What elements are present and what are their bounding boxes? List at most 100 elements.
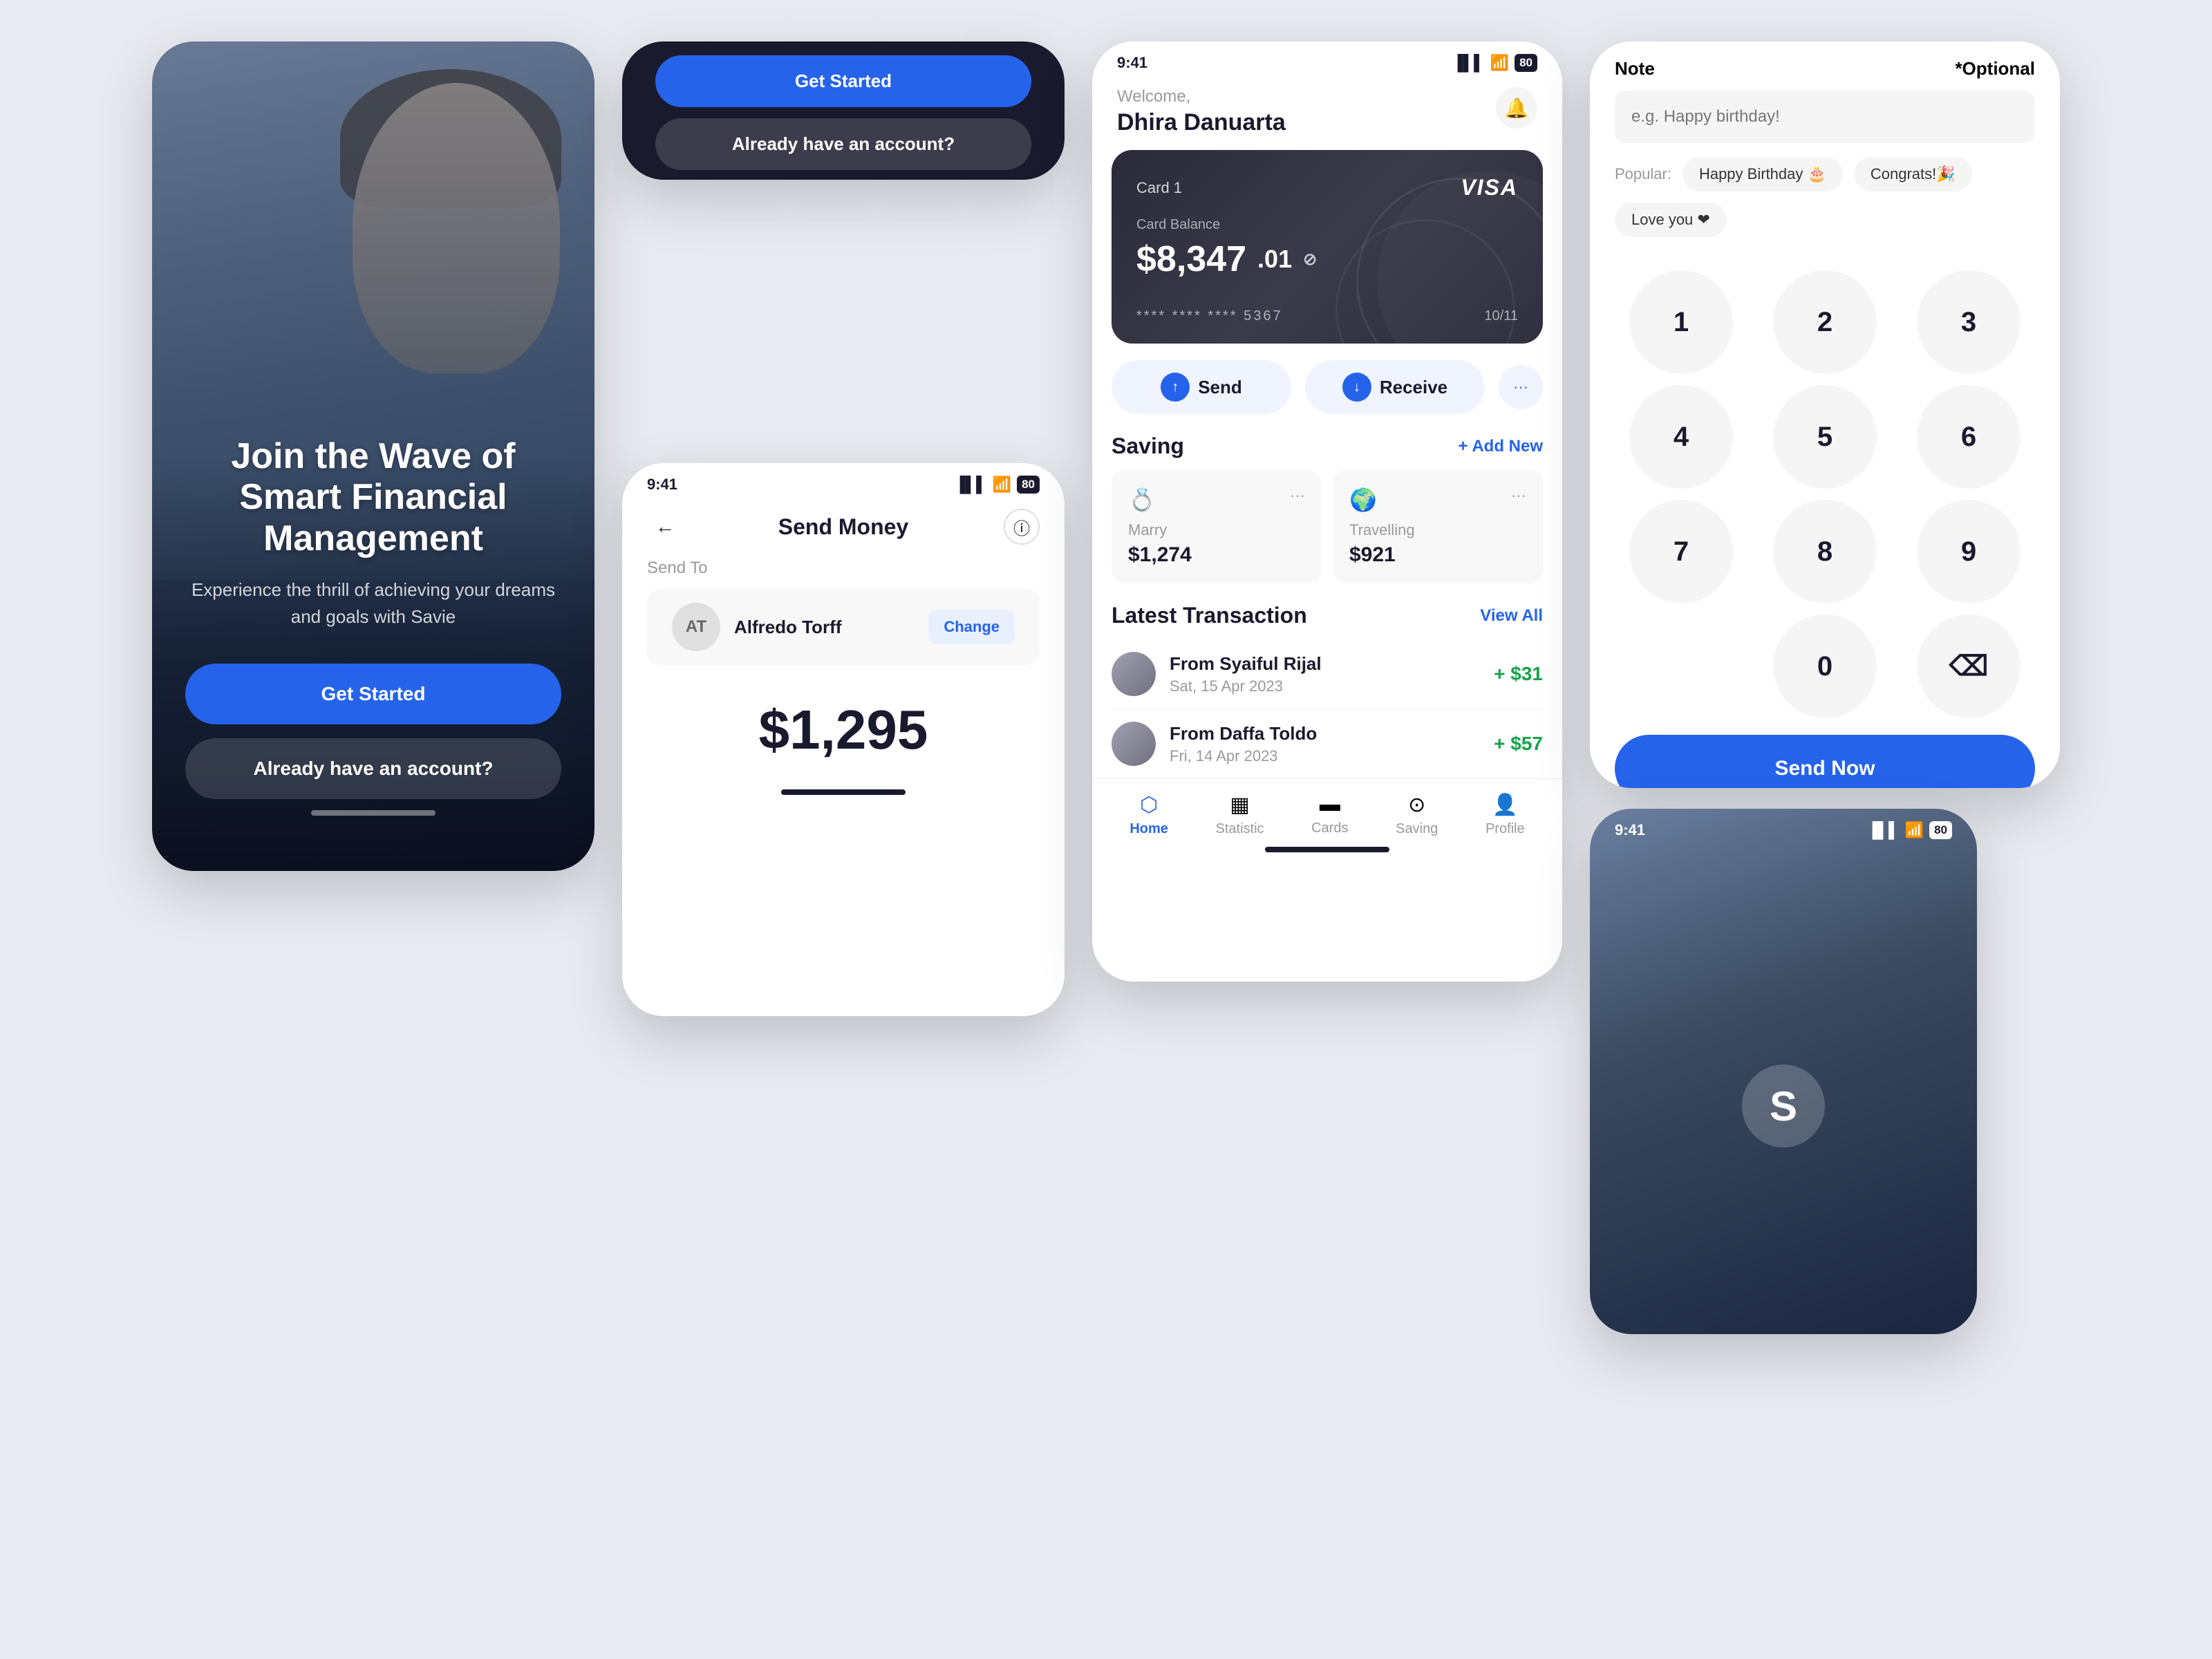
num-key-1[interactable]: 1	[1629, 270, 1733, 374]
home-status-time: 9:41	[1117, 54, 1147, 72]
num-key-7[interactable]: 7	[1629, 500, 1733, 603]
wifi-icon: 📶	[993, 476, 1011, 494]
signal-icon: ▐▌▌	[955, 476, 987, 494]
tab-saving[interactable]: ⊙ Saving	[1396, 793, 1438, 837]
saving-tab-label: Saving	[1396, 821, 1438, 837]
more-actions-button[interactable]: ···	[1499, 365, 1543, 409]
home-signal-icon: ▐▌▌	[1452, 54, 1485, 72]
num-key-4[interactable]: 4	[1629, 385, 1733, 489]
saving-section-header: Saving + Add New	[1092, 414, 1562, 470]
saving-label-1: Marry	[1128, 521, 1305, 539]
already-account-top-button[interactable]: Already have an account?	[655, 118, 1031, 170]
num-key-3[interactable]: 3	[1917, 270, 2021, 374]
cards-tab-label: Cards	[1311, 821, 1348, 836]
recipient-name: Alfredo Torff	[734, 617, 915, 638]
send-money-header: ← Send Money ⓘ	[622, 498, 1065, 559]
logo-circle: S	[1742, 1065, 1825, 1147]
saving-more-2[interactable]: ···	[1511, 487, 1526, 505]
notification-button[interactable]: 🔔	[1496, 87, 1537, 129]
receive-button[interactable]: ↓ Receive	[1305, 360, 1485, 414]
home-wifi-icon: 📶	[1490, 54, 1509, 72]
num-key-8[interactable]: 8	[1773, 500, 1877, 603]
home-tab-label: Home	[1130, 821, 1168, 837]
tx-name-2: From Daffa Toldo	[1170, 723, 1480, 744]
num-key-9[interactable]: 9	[1917, 500, 2021, 603]
statistic-tab-label: Statistic	[1216, 821, 1264, 837]
numpad-grid: 1 2 3 4 5 6 7 8 9 0 ⌫	[1590, 270, 2060, 735]
home-indicator-send	[781, 789, 906, 795]
card-number: **** **** **** 5367	[1136, 308, 1283, 324]
note-input[interactable]	[1615, 91, 2035, 143]
note-section: Note *Optional Popular: Happy Birthday 🎂…	[1590, 41, 2060, 270]
balance-cents: .01	[1257, 245, 1292, 274]
tx-avatar-inner-1	[1112, 652, 1156, 696]
add-new-button[interactable]: + Add New	[1459, 437, 1543, 456]
profile-tab-icon: 👤	[1492, 793, 1518, 817]
tag-happy-birthday[interactable]: Happy Birthday 🎂	[1683, 157, 1843, 191]
already-account-button[interactable]: Already have an account?	[185, 738, 561, 799]
onboarding-title: Join the Wave of Smart Financial Managem…	[185, 436, 561, 560]
num-key-0[interactable]: 0	[1773, 615, 1877, 718]
view-all-button[interactable]: View All	[1480, 606, 1543, 626]
phone-numpad: Note *Optional Popular: Happy Birthday 🎂…	[1590, 41, 2060, 788]
saving-title: Saving	[1112, 433, 1184, 459]
transaction-1: From Syaiful Rijal Sat, 15 Apr 2023 + $3…	[1092, 639, 1562, 709]
tab-cards[interactable]: ▬ Cards	[1311, 793, 1348, 837]
cards-tab-icon: ▬	[1320, 793, 1340, 816]
num-key-backspace[interactable]: ⌫	[1917, 615, 2021, 718]
saving-grid: 💍 ··· Marry $1,274 🌍 ··· Travelling $921	[1092, 470, 1562, 583]
send-now-button[interactable]: Send Now	[1615, 735, 2035, 788]
tx-amount-2: + $57	[1494, 733, 1543, 755]
tx-info-1: From Syaiful Rijal Sat, 15 Apr 2023	[1170, 653, 1480, 695]
tab-statistic[interactable]: ▦ Statistic	[1216, 793, 1264, 837]
send-button[interactable]: ↑ Send	[1112, 360, 1291, 414]
num-key-2[interactable]: 2	[1773, 270, 1877, 374]
back-button[interactable]: ←	[647, 509, 683, 545]
recipient-avatar: AT	[672, 603, 720, 651]
change-button[interactable]: Change	[928, 610, 1015, 644]
profile-tab-label: Profile	[1485, 821, 1525, 837]
card-name: Card 1	[1136, 179, 1182, 197]
phone-splash: 9:41 ▐▌▌ 📶 80 S	[1590, 809, 1977, 1334]
tx-section-header: Latest Transaction View All	[1092, 583, 1562, 639]
num-key-6[interactable]: 6	[1917, 385, 2021, 489]
welcome-block: Welcome, Dhira Danuarta	[1117, 87, 1286, 136]
tx-avatar-1	[1112, 652, 1156, 696]
splash-logo: S	[1590, 843, 1977, 1334]
bank-card: Card 1 VISA Card Balance $8,347.01 ⊘ ***…	[1112, 150, 1543, 344]
tag-love-you[interactable]: Love you ❤	[1615, 203, 1727, 237]
onboarding-content: Join the Wave of Smart Financial Managem…	[152, 436, 594, 816]
onboarding-subtitle: Experience the thrill of achieving your …	[185, 577, 561, 630]
tab-bar: ⬡ Home ▦ Statistic ▬ Cards ⊙ Saving 👤 Pr…	[1092, 778, 1562, 844]
info-button[interactable]: ⓘ	[1004, 509, 1040, 545]
note-label: Note	[1615, 58, 1655, 79]
get-started-top-button[interactable]: Get Started	[655, 55, 1031, 107]
saving-amount-2: $921	[1349, 543, 1526, 567]
send-to-label: Send To	[622, 559, 1065, 589]
get-started-button[interactable]: Get Started	[185, 664, 561, 724]
home-status-icons: ▐▌▌ 📶 80	[1452, 54, 1537, 72]
home-tab-icon: ⬡	[1140, 793, 1158, 817]
status-icons: ▐▌▌ 📶 80	[955, 476, 1040, 494]
saving-card-marry: 💍 ··· Marry $1,274	[1112, 470, 1322, 583]
saving-card-top-1: 💍 ···	[1128, 487, 1305, 513]
note-header: Note *Optional	[1615, 58, 2035, 79]
saving-card-top-2: 🌍 ···	[1349, 487, 1526, 513]
tx-title: Latest Transaction	[1112, 603, 1307, 628]
saving-more-1[interactable]: ···	[1290, 487, 1305, 505]
tab-home[interactable]: ⬡ Home	[1130, 793, 1168, 837]
recipient-row: AT Alfredo Torff Change	[647, 589, 1040, 665]
hide-balance-icon[interactable]: ⊘	[1303, 250, 1317, 270]
send-label: Send	[1198, 377, 1242, 398]
battery-indicator: 80	[1017, 476, 1040, 494]
tab-profile[interactable]: 👤 Profile	[1485, 793, 1525, 837]
transaction-2: From Daffa Toldo Fri, 14 Apr 2023 + $57	[1092, 709, 1562, 778]
num-key-empty	[1629, 615, 1733, 718]
tx-avatar-2	[1112, 722, 1156, 766]
tag-congrats[interactable]: Congrats!🎉	[1854, 157, 1972, 191]
status-time: 9:41	[647, 476, 677, 494]
card-bottom: **** **** **** 5367 10/11	[1136, 308, 1518, 324]
home-indicator	[311, 810, 435, 816]
num-key-5[interactable]: 5	[1773, 385, 1877, 489]
send-icon: ↑	[1161, 373, 1190, 402]
